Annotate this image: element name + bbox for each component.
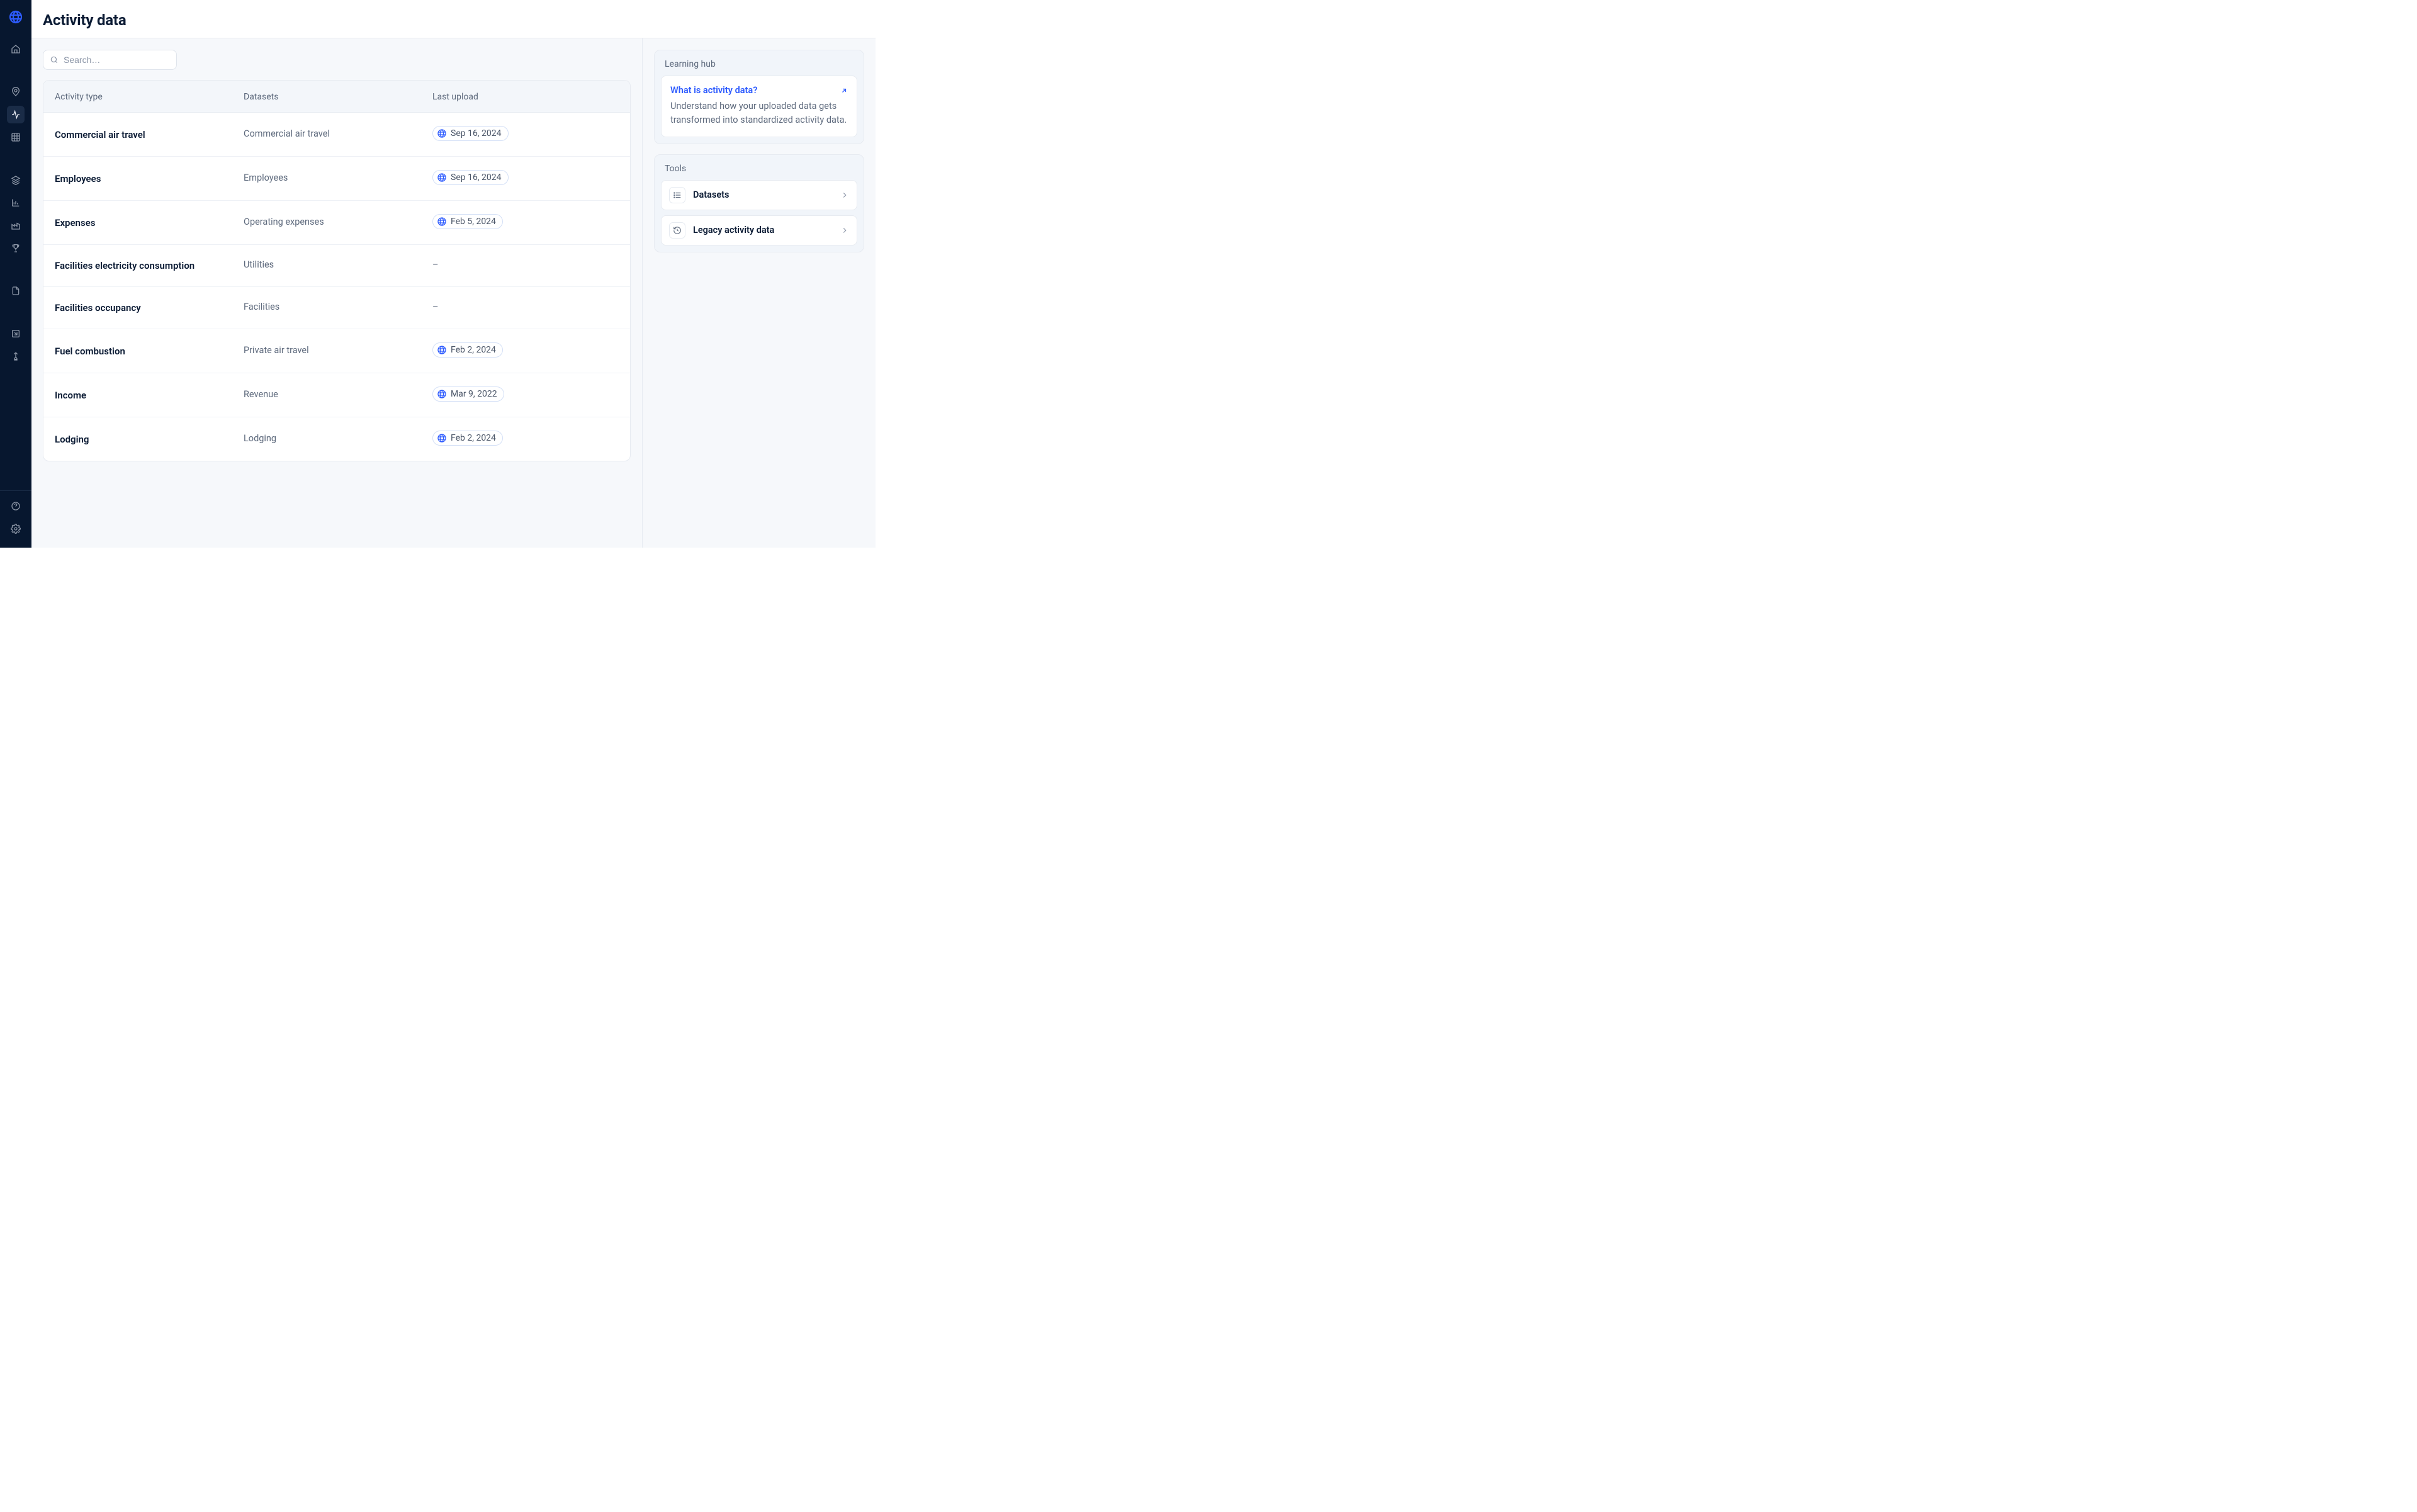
activity-type-cell: Commercial air travel bbox=[55, 129, 244, 140]
table-row[interactable]: Fuel combustionPrivate air travelFeb 2, … bbox=[43, 329, 630, 373]
table-row[interactable]: Facilities electricity consumptionUtilit… bbox=[43, 244, 630, 286]
nav-global-icon[interactable] bbox=[7, 83, 25, 101]
nav-grid-icon[interactable] bbox=[7, 128, 25, 146]
nav-settings-icon[interactable] bbox=[7, 520, 25, 538]
table-row[interactable]: Facilities occupancyFacilities– bbox=[43, 286, 630, 329]
nav-help-icon[interactable] bbox=[7, 497, 25, 515]
col-datasets: Datasets bbox=[244, 92, 432, 102]
tools-title: Tools bbox=[661, 164, 857, 180]
activity-type-cell: Income bbox=[55, 390, 244, 401]
learning-hub-body: Understand how your uploaded data gets t… bbox=[670, 99, 848, 128]
activity-type-cell: Facilities electricity consumption bbox=[55, 260, 244, 271]
upload-badge: Sep 16, 2024 bbox=[432, 126, 509, 141]
dataset-cell: Commercial air travel bbox=[244, 128, 432, 139]
last-upload-cell: Feb 2, 2024 bbox=[432, 431, 619, 446]
last-upload-cell: Sep 16, 2024 bbox=[432, 170, 619, 185]
table-row[interactable]: IncomeRevenueMar 9, 2022 bbox=[43, 373, 630, 417]
last-upload-cell: Feb 5, 2024 bbox=[432, 214, 619, 229]
learning-hub-link[interactable]: What is activity data? bbox=[670, 85, 757, 96]
last-upload-cell: – bbox=[432, 259, 619, 270]
chevron-right-icon bbox=[840, 226, 849, 235]
last-upload-cell: Feb 2, 2024 bbox=[432, 342, 619, 358]
table-row[interactable]: ExpensesOperating expensesFeb 5, 2024 bbox=[43, 200, 630, 244]
external-link-icon bbox=[840, 87, 848, 94]
tool-item[interactable]: Legacy activity data bbox=[661, 215, 857, 245]
nav-layers-icon[interactable] bbox=[7, 171, 25, 189]
tools-panel: Tools Datasets Legacy activity data bbox=[654, 154, 864, 252]
dataset-cell: Operating expenses bbox=[244, 217, 432, 227]
upload-badge: Feb 5, 2024 bbox=[432, 214, 503, 229]
page-title: Activity data bbox=[43, 11, 864, 29]
activity-type-cell: Fuel combustion bbox=[55, 346, 244, 357]
learning-hub-title: Learning hub bbox=[661, 59, 857, 76]
upload-badge: Mar 9, 2022 bbox=[432, 386, 504, 402]
upload-badge: Feb 2, 2024 bbox=[432, 431, 503, 446]
last-upload-cell: Mar 9, 2022 bbox=[432, 386, 619, 402]
activity-type-cell: Employees bbox=[55, 173, 244, 184]
upload-badge: Sep 16, 2024 bbox=[432, 170, 509, 185]
nav-chart-icon[interactable] bbox=[7, 194, 25, 212]
page-header: Activity data bbox=[31, 0, 876, 38]
tool-label: Datasets bbox=[693, 189, 833, 200]
dataset-cell: Facilities bbox=[244, 302, 432, 312]
dataset-cell: Lodging bbox=[244, 433, 432, 444]
activity-type-cell: Lodging bbox=[55, 434, 244, 445]
col-last-upload: Last upload bbox=[432, 92, 619, 102]
globe-icon bbox=[437, 172, 447, 183]
dataset-cell: Private air travel bbox=[244, 345, 432, 356]
globe-icon bbox=[437, 433, 447, 443]
learning-hub-card[interactable]: What is activity data? Understand how yo… bbox=[661, 76, 857, 137]
upload-empty: – bbox=[432, 259, 439, 270]
history-icon bbox=[669, 222, 685, 239]
upload-empty: – bbox=[432, 302, 439, 312]
nav-activity-icon[interactable] bbox=[7, 106, 25, 123]
activity-type-cell: Facilities occupancy bbox=[55, 302, 244, 313]
table-row[interactable]: Commercial air travelCommercial air trav… bbox=[43, 112, 630, 156]
dataset-cell: Revenue bbox=[244, 389, 432, 400]
last-upload-cell: – bbox=[432, 302, 619, 312]
nav-file-icon[interactable] bbox=[7, 282, 25, 300]
nav-factory-icon[interactable] bbox=[7, 217, 25, 234]
dataset-cell: Utilities bbox=[244, 259, 432, 270]
search-field[interactable] bbox=[43, 50, 177, 70]
col-activity-type: Activity type bbox=[55, 92, 244, 102]
nav-trophy-icon[interactable] bbox=[7, 239, 25, 257]
last-upload-cell: Sep 16, 2024 bbox=[432, 126, 619, 141]
upload-badge: Feb 2, 2024 bbox=[432, 342, 503, 358]
table-row[interactable]: LodgingLodgingFeb 2, 2024 bbox=[43, 417, 630, 461]
globe-icon bbox=[437, 389, 447, 399]
brand-logo-icon bbox=[8, 9, 24, 25]
nav-export-icon[interactable] bbox=[7, 325, 25, 342]
nav-wind-icon[interactable] bbox=[7, 347, 25, 365]
search-input[interactable] bbox=[64, 55, 170, 65]
globe-icon bbox=[437, 345, 447, 355]
search-icon bbox=[50, 55, 59, 64]
globe-icon bbox=[437, 128, 447, 138]
chevron-right-icon bbox=[840, 191, 849, 200]
tool-label: Legacy activity data bbox=[693, 225, 833, 235]
dataset-cell: Employees bbox=[244, 172, 432, 183]
sidebar bbox=[0, 0, 31, 548]
tool-item[interactable]: Datasets bbox=[661, 180, 857, 210]
table-header: Activity type Datasets Last upload bbox=[43, 81, 630, 112]
table-row[interactable]: EmployeesEmployeesSep 16, 2024 bbox=[43, 156, 630, 200]
globe-icon bbox=[437, 217, 447, 227]
activity-type-cell: Expenses bbox=[55, 217, 244, 228]
nav-home-icon[interactable] bbox=[7, 40, 25, 58]
list-icon bbox=[669, 187, 685, 203]
learning-hub-panel: Learning hub What is activity data? Unde… bbox=[654, 50, 864, 144]
activity-table: Activity type Datasets Last upload Comme… bbox=[43, 80, 631, 461]
